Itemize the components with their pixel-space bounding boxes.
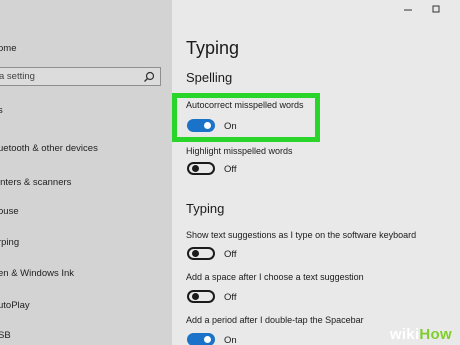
highlight-misspelled-toggle[interactable] [187,162,215,175]
find-setting-search-box[interactable]: a setting [0,67,161,86]
minimize-icon[interactable] [402,4,414,14]
highlight-misspelled-label: Highlight misspelled words [186,146,293,156]
sidebar-item-autoplay[interactable]: utoPlay [0,300,30,311]
autocorrect-label: Autocorrect misspelled words [186,100,304,110]
space-after-suggestion-state: Off [224,292,237,303]
highlight-misspelled-state: Off [224,164,237,175]
search-icon[interactable] [143,71,155,83]
text-suggestions-label: Show text suggestions as I type on the s… [186,230,417,240]
sidebar-item-typing[interactable]: rping [0,237,19,248]
sidebar-item-mouse[interactable]: ouse [0,206,19,217]
sidebar-section-label: s [0,105,3,116]
period-double-tap-label: Add a period after I double-tap the Spac… [186,315,364,325]
search-placeholder: a setting [0,71,35,82]
sidebar-item-pen[interactable]: en & Windows Ink [0,268,74,279]
page-title: Typing [186,38,240,58]
autocorrect-state: On [224,121,237,132]
spelling-header: Spelling [186,70,233,85]
sidebar-item-bluetooth[interactable]: uetooth & other devices [0,143,98,154]
maximize-icon[interactable] [430,4,442,14]
period-double-tap-toggle[interactable] [187,333,215,345]
settings-main-pane: Typing Spelling Autocorrect misspelled w… [172,0,460,345]
text-suggestions-toggle[interactable] [187,247,215,260]
period-double-tap-state: On [224,335,237,345]
sidebar-item-usb[interactable]: SB [0,330,11,341]
toggle-knob [192,165,199,172]
wikihow-watermark: wikiHow [390,326,452,343]
space-after-suggestion-toggle[interactable] [187,290,215,303]
toggle-knob [204,122,211,129]
sidebar-item-home[interactable]: ome [0,43,16,54]
space-after-suggestion-label: Add a space after I choose a text sugges… [186,272,364,282]
watermark-how: How [419,326,452,343]
text-suggestions-state: Off [224,249,237,260]
sidebar-item-printers[interactable]: inters & scanners [0,177,71,188]
toggle-knob [192,250,199,257]
toggle-knob [204,336,211,343]
autocorrect-toggle[interactable] [187,119,215,132]
toggle-knob [192,293,199,300]
typing-header: Typing [186,201,225,216]
watermark-wiki: wiki [389,326,420,343]
settings-sidebar: ome a setting s uetooth & other devices … [0,0,172,345]
